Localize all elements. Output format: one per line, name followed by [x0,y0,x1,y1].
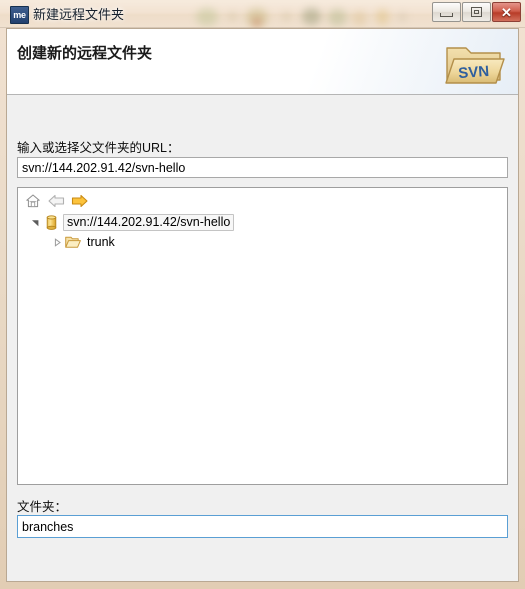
dialog-frame: 创建新的远程文件夹 SVN 输入或选择父文件夹的URL： svn://144.2… [6,28,519,582]
glass-blob [282,12,291,21]
repository-tree-panel: svn://144.202.91.42/svn-hello trunk [17,187,508,485]
window-title: 新建远程文件夹 [33,7,125,22]
title-bar[interactable]: me 新建远程文件夹 ✕ [0,0,525,28]
glass-blob [196,8,218,26]
glass-blob [302,8,321,25]
close-button[interactable]: ✕ [492,2,521,22]
glass-blob [246,8,268,27]
collapse-twisty-icon[interactable] [49,232,65,252]
maximize-icon [471,7,482,17]
minimize-button[interactable] [432,2,461,22]
repository-icon [43,214,59,230]
glass-blob [352,11,367,26]
tree-toolbar [18,188,507,212]
tree-rows: svn://144.202.91.42/svn-hello trunk [18,212,507,484]
forward-arrow-icon[interactable] [69,191,89,210]
back-arrow-glyph [47,194,64,207]
minimize-icon [440,12,453,17]
glass-blob [228,12,237,21]
twisty-collapsed-glyph [54,237,61,247]
open-folder-icon-glyph [65,236,81,248]
url-input[interactable] [17,157,508,178]
expand-twisty-icon[interactable] [27,212,43,232]
dialog-body: 输入或选择父文件夹的URL： svn://144.202.91.42/svn-h… [7,95,518,548]
open-folder-icon [65,234,81,250]
home-icon[interactable] [23,191,43,210]
folder-label: 文件夹： [17,500,68,514]
glass-blob [252,17,262,27]
maximize-button[interactable] [462,2,491,22]
tree-item-repository[interactable]: svn://144.202.91.42/svn-hello [18,212,507,232]
app-icon: me [10,6,29,24]
back-arrow-icon[interactable] [46,191,66,210]
svg-text:SVN: SVN [458,63,490,82]
dialog-window: me 新建远程文件夹 ✕ 创建新的远程文件夹 SVN 输入或选择父文件夹的URL… [0,0,525,589]
glass-blob [376,9,389,25]
svn-folder-icon: SVN [445,47,505,84]
forward-arrow-glyph [71,194,88,207]
folder-name-input[interactable] [17,515,508,538]
glass-blob [398,13,407,21]
home-icon-glyph [26,194,40,207]
page-title: 创建新的远程文件夹 [17,45,153,62]
tree-item-trunk[interactable]: trunk [18,232,507,252]
glass-blob [328,9,347,26]
tree-item-label: trunk [87,234,115,249]
repository-icon-glyph [46,214,56,230]
twisty-expanded-glyph [31,219,38,226]
url-label: 输入或选择父文件夹的URL： [17,141,180,155]
tree-item-label: svn://144.202.91.42/svn-hello [63,213,235,231]
close-icon: ✕ [501,4,512,20]
dialog-header: 创建新的远程文件夹 SVN [7,29,518,95]
